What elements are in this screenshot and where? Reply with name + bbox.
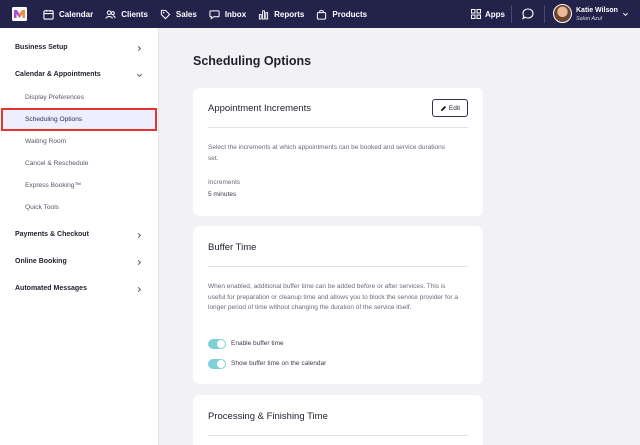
card-description: When enabled, additional buffer time can… xyxy=(208,283,459,311)
nav-inbox[interactable]: Inbox xyxy=(209,0,246,28)
card-title: Appointment Increments xyxy=(208,103,311,114)
increments-value: 5 minutes xyxy=(208,191,237,198)
sidebar-item-display-preferences[interactable]: Display Preferences xyxy=(25,94,84,101)
messages-icon[interactable] xyxy=(522,8,534,20)
top-navigation-bar: Calendar Clients Sales Inbox Reports Pro… xyxy=(0,0,640,28)
sidebar-item-waiting-room[interactable]: Waiting Room xyxy=(25,138,66,145)
appointment-increments-card: Appointment Increments Edit Select the i… xyxy=(193,88,483,216)
card-title: Buffer Time xyxy=(208,242,257,253)
divider xyxy=(208,266,468,267)
sidebar-item-cancel-reschedule[interactable]: Cancel & Reschedule xyxy=(25,160,88,167)
chat-bubble-icon xyxy=(209,9,220,20)
toggle-label: Show buffer time on the calendar xyxy=(231,360,327,367)
chevron-down-icon[interactable] xyxy=(136,72,143,79)
edit-button[interactable]: Edit xyxy=(432,99,468,117)
divider xyxy=(208,435,468,436)
sidebar-section-online-booking[interactable]: Online Booking xyxy=(15,258,67,265)
pencil-icon xyxy=(440,105,447,111)
nav-reports[interactable]: Reports xyxy=(258,0,304,28)
chevron-down-icon[interactable] xyxy=(622,11,629,18)
increments-label: Increments xyxy=(208,179,241,186)
card-title: Processing & Finishing Time xyxy=(208,411,328,422)
page-title: Scheduling Options xyxy=(193,54,312,68)
settings-sidebar: Business Setup Calendar & Appointments D… xyxy=(0,28,159,445)
apps-label: Apps xyxy=(485,9,505,19)
enable-buffer-time-toggle[interactable] xyxy=(208,339,226,349)
divider xyxy=(208,127,468,128)
chevron-right-icon[interactable] xyxy=(136,286,143,293)
avatar[interactable] xyxy=(553,4,572,23)
card-description: Select the increments at which appointme… xyxy=(208,144,446,162)
chevron-right-icon[interactable] xyxy=(136,232,143,239)
sidebar-section-payments-checkout[interactable]: Payments & Checkout xyxy=(15,231,89,238)
grid-icon xyxy=(471,9,481,19)
nav-label: Reports xyxy=(274,9,305,19)
apps-button[interactable]: Apps xyxy=(471,0,505,28)
nav-label: Calendar xyxy=(59,9,94,19)
calendar-icon xyxy=(43,9,54,20)
sidebar-section-automated-messages[interactable]: Automated Messages xyxy=(15,285,87,292)
shopping-bag-icon xyxy=(317,9,327,20)
sidebar-section-calendar-appointments[interactable]: Calendar & Appointments xyxy=(15,71,101,78)
nav-calendar[interactable]: Calendar xyxy=(43,0,93,28)
buffer-time-card: Buffer Time When enabled, additional buf… xyxy=(193,226,483,384)
divider xyxy=(544,5,545,23)
user-name[interactable]: Katie Wilson xyxy=(576,7,618,14)
users-icon xyxy=(105,9,116,19)
bar-chart-icon xyxy=(259,9,269,20)
show-buffer-time-toggle[interactable] xyxy=(208,359,226,369)
nav-sales[interactable]: Sales xyxy=(160,0,197,28)
nav-label: Clients xyxy=(121,9,148,19)
app-logo-icon[interactable] xyxy=(12,7,27,21)
tag-icon xyxy=(160,9,171,19)
sidebar-item-quick-tools[interactable]: Quick Tools xyxy=(25,204,59,211)
chevron-right-icon[interactable] xyxy=(136,259,143,266)
divider xyxy=(511,5,512,23)
user-business-name: Salon Azul xyxy=(576,16,603,22)
nav-label: Products xyxy=(332,9,368,19)
nav-label: Sales xyxy=(175,9,197,19)
nav-products[interactable]: Products xyxy=(316,0,367,28)
nav-clients[interactable]: Clients xyxy=(105,0,148,28)
sidebar-item-scheduling-options[interactable]: Scheduling Options xyxy=(1,108,157,131)
toggle-label: Enable buffer time xyxy=(231,340,284,347)
sidebar-section-business-setup[interactable]: Business Setup xyxy=(15,44,68,51)
sidebar-item-label: Scheduling Options xyxy=(25,116,83,123)
processing-finishing-card: Processing & Finishing Time xyxy=(193,395,483,445)
main-nav: Calendar Clients Sales Inbox Reports Pro… xyxy=(43,0,379,28)
edit-label: Edit xyxy=(448,104,461,112)
nav-label: Inbox xyxy=(224,9,247,19)
sidebar-item-express-booking[interactable]: Express Booking™ xyxy=(25,182,81,189)
chevron-right-icon[interactable] xyxy=(136,45,143,52)
